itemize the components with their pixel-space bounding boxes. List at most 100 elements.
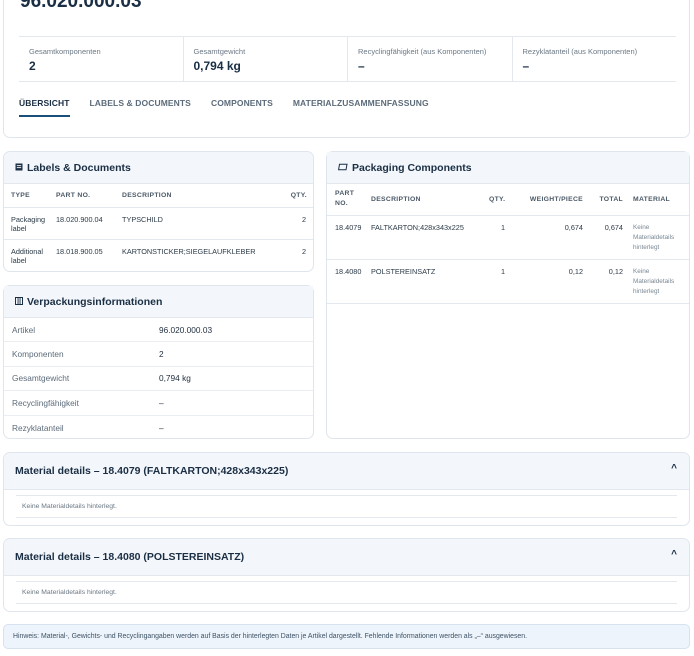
tab-bar: ÜBERSICHT LABELS & DOCUMENTS COMPONENTS … [19, 95, 449, 119]
info-row: Rezyklatanteil – [4, 416, 313, 440]
tab-overview[interactable]: ÜBERSICHT [19, 95, 70, 117]
cell-part-no: 18.4080 [335, 266, 362, 276]
chevron-up-icon[interactable]: ^ [671, 463, 677, 474]
info-value: – [159, 422, 164, 433]
chevron-up-icon[interactable]: ^ [671, 549, 677, 560]
material-text: hinterlegt [633, 287, 660, 295]
tab-labels-documents[interactable]: LABELS & DOCUMENTS [90, 95, 191, 119]
type-text: label [11, 255, 27, 265]
cell-type: Additional label [4, 239, 56, 271]
info-value: – [159, 397, 164, 408]
info-key: Artikel [12, 324, 36, 335]
cell-type: Packaging label [4, 207, 56, 239]
cell-material: Keine Materialdetails hinterlegt [627, 259, 689, 303]
material-details-body: Keine Materialdetails hinterlegt. [16, 495, 677, 518]
table-row: 18.4080 POLSTEREINSATZ 1 0,12 0,12 Keine… [327, 259, 689, 303]
info-row: Artikel 96.020.000.03 [4, 318, 313, 343]
stat-label: Rezyklatanteil (aus Komponenten) [522, 47, 638, 56]
article-header-card: 96.020.000.03 Gesamtkomponenten 2 Gesamt… [3, 0, 690, 138]
components-table: PART NO. DESCRIPTION QTY. WEIGHT/PIECE TO… [327, 184, 689, 304]
material-text: Materialdetails [633, 277, 675, 285]
col-text: NO. [335, 200, 348, 208]
panel-title: Labels & Documents [27, 161, 131, 174]
panel-header: Packaging Components [327, 152, 689, 184]
material-details-header[interactable]: Material details – 18.4080 (POLSTEREINSA… [4, 539, 689, 576]
info-key: Gesamtgewicht [12, 373, 70, 384]
col-description: DESCRIPTION [122, 191, 172, 199]
type-text: label [11, 223, 27, 233]
stat-total-components: Gesamtkomponenten 2 [19, 37, 183, 81]
tab-material-summary[interactable]: MATERIALZUSAMMENFASSUNG [293, 95, 429, 119]
cell-qty: 1 [500, 266, 505, 276]
cell-qty: 2 [301, 214, 306, 224]
col-material: MATERIAL [633, 195, 671, 203]
material-details-header[interactable]: Material details – 18.4079 (FALTKARTON;4… [4, 453, 689, 490]
info-key: Recyclingfähigkeit [12, 397, 79, 408]
info-list: Artikel 96.020.000.03 Komponenten 2 Gesamt… [4, 318, 313, 440]
article-title: 96.020.000.03 [20, 0, 142, 12]
box-icon [338, 163, 348, 173]
stat-value: 0,794 kg [193, 59, 241, 73]
cell-description: FALTKARTON;428x343x225 [371, 222, 464, 232]
cell-material: Keine Materialdetails hinterlegt [627, 215, 689, 259]
packaging-info-panel: Verpackungsinformationen Artikel 96.020.0… [3, 285, 314, 439]
info-row: Gesamtgewicht 0,794 kg [4, 367, 313, 392]
col-type: TYPE [11, 191, 30, 199]
col-part-no: PART NO. [56, 191, 91, 199]
stat-total-weight: Gesamtgewicht 0,794 kg [182, 37, 348, 81]
cell-description: KARTONSTICKER;SIEGELAUFKLEBER [122, 246, 256, 256]
col-part-no: PART NO. [327, 184, 371, 215]
cell-qty: 1 [500, 222, 505, 232]
material-details-body: Keine Materialdetails hinterlegt. [16, 581, 677, 604]
info-value: 0,794 kg [159, 373, 191, 384]
table-row: Additional label 18.018.900.05 KARTONSTIC… [4, 239, 313, 271]
cell-weight: 0,12 [568, 266, 583, 276]
labels-table: TYPE PART NO. DESCRIPTION QTY. Packaging… [4, 184, 313, 271]
panel-title: Packaging Components [352, 161, 472, 174]
tab-components[interactable]: COMPONENTS [211, 95, 273, 119]
material-text: Materialdetails [633, 233, 675, 241]
col-total: TOTAL [599, 195, 623, 203]
table-row: 18.4079 FALTKARTON;428x343x225 1 0,674 0… [327, 215, 689, 259]
info-value: 96.020.000.03 [159, 324, 213, 335]
panel-title: Verpackungsinformationen [27, 295, 163, 308]
info-row: Recyclingfähigkeit – [4, 391, 313, 416]
panel-header: Verpackungsinformationen [4, 286, 313, 318]
col-text: PART [335, 190, 355, 198]
document-icon [15, 163, 23, 173]
stat-recyclability: Recyclingfähigkeit (aus Komponenten) – [347, 37, 512, 81]
type-text: Additional [11, 246, 44, 256]
cell-part-no: 18.020.900.04 [56, 214, 103, 224]
cell-weight: 0,674 [564, 222, 583, 232]
col-qty: QTY. [489, 195, 506, 203]
info-value: 2 [159, 349, 164, 360]
stat-label: Recyclingfähigkeit (aus Komponenten) [358, 47, 487, 56]
material-details-panel: Material details – 18.4080 (POLSTEREINSA… [3, 538, 690, 612]
labels-documents-panel: Labels & Documents TYPE PART NO. DESCRIP… [3, 151, 314, 272]
panel-header: Labels & Documents [4, 152, 313, 184]
hint-banner: Hinweis: Material-, Gewichts- und Recycl… [3, 624, 690, 649]
cell-description: POLSTEREINSATZ [371, 266, 436, 276]
material-details-title: Material details – 18.4080 (POLSTEREINSA… [15, 551, 245, 563]
col-weight: WEIGHT/PIECE [529, 195, 583, 203]
material-details-panel: Material details – 18.4079 (FALTKARTON;4… [3, 452, 690, 526]
col-description: DESCRIPTION [371, 195, 421, 203]
info-key: Komponenten [12, 349, 64, 360]
cell-part-no: 18.4079 [335, 222, 362, 232]
material-details-title: Material details – 18.4079 (FALTKARTON;4… [15, 465, 289, 477]
info-key: Rezyklatanteil [12, 422, 64, 433]
stat-value: – [358, 59, 365, 73]
stats-row: Gesamtkomponenten 2 Gesamtgewicht 0,794 … [19, 36, 676, 82]
material-text: Keine [633, 267, 650, 275]
type-text: Packaging [11, 214, 46, 224]
stat-recycled-content: Rezyklatanteil (aus Komponenten) – [511, 37, 677, 81]
info-row: Komponenten 2 [4, 342, 313, 367]
stat-label: Gesamtgewicht [193, 47, 246, 56]
packaging-components-panel: Packaging Components PART NO. DESCRIPTION… [326, 151, 690, 439]
table-row: Packaging label 18.020.900.04 TYPSCHILD 2 [4, 207, 313, 239]
stat-value: 2 [29, 59, 36, 73]
stat-label: Gesamtkomponenten [29, 47, 101, 56]
cell-part-no: 18.018.900.05 [56, 246, 103, 256]
cell-description: TYPSCHILD [122, 214, 163, 224]
columns-icon [15, 296, 23, 307]
